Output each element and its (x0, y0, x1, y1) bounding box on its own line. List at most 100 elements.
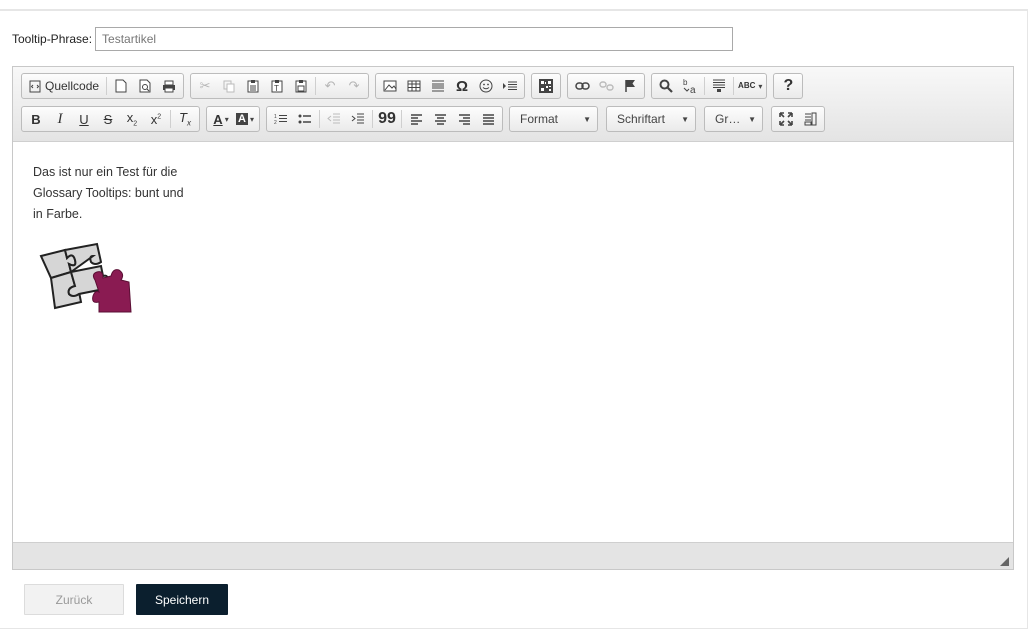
separator (401, 110, 402, 128)
separator (170, 110, 171, 128)
select-all-icon (713, 79, 726, 92)
select-all-button[interactable] (707, 75, 731, 97)
content-line: Das ist nur ein Test für die (33, 165, 178, 179)
resize-handle-icon[interactable] (1000, 557, 1009, 566)
superscript-button[interactable]: x2 (144, 108, 168, 130)
strikethrough-icon: S (103, 111, 113, 127)
show-blocks-button[interactable] (798, 108, 822, 130)
outdent-button[interactable] (322, 108, 346, 130)
format-dropdown[interactable]: Format ▼ (509, 106, 598, 132)
italic-button[interactable]: I (48, 108, 72, 130)
blockquote-button[interactable]: 99 (375, 108, 399, 130)
paste-icon (247, 80, 259, 93)
content-line: Glossary Tooltips: bunt und (33, 186, 184, 200)
redo-icon: ↷ (348, 78, 360, 93)
tooltip-phrase-input[interactable] (95, 27, 734, 51)
search-icon (659, 79, 673, 93)
align-justify-button[interactable] (476, 108, 500, 130)
editor-content[interactable]: Das ist nur ein Test für die Glossary To… (13, 142, 1013, 543)
help-button[interactable]: ? (776, 75, 800, 97)
separator (733, 77, 735, 95)
back-button[interactable]: Zurück (24, 584, 124, 615)
quote-icon: 99 (378, 110, 396, 127)
underline-button[interactable]: U (72, 108, 96, 130)
preview-icon (139, 79, 151, 93)
unlink-button[interactable] (594, 75, 618, 97)
text-color-icon: A (213, 111, 223, 127)
redo-button[interactable]: ↷ (342, 75, 366, 97)
table-icon (407, 80, 421, 92)
copy-button[interactable] (217, 75, 241, 97)
bulleted-list-icon (298, 114, 311, 124)
smiley-button[interactable] (474, 75, 498, 97)
print-button[interactable] (157, 75, 181, 97)
preview-button[interactable] (133, 75, 157, 97)
insert-group: Ω (375, 73, 526, 99)
tools-group (771, 106, 825, 132)
search-group: ba ABC ▾ (651, 73, 768, 99)
editor-toolbar: Quellcode ✂ T ↶ ↷ Ω b a ABC ▾ ? B I U S … (13, 67, 1013, 142)
cut-button[interactable]: ✂ (193, 75, 217, 97)
content-paragraph: Das ist nur ein Test für die Glossary To… (33, 162, 203, 225)
align-left-icon (410, 113, 422, 125)
bulleted-list-button[interactable] (293, 108, 317, 130)
align-left-button[interactable] (404, 108, 428, 130)
spellcheck-button[interactable]: ABC ▾ (736, 75, 764, 97)
table-button[interactable] (402, 75, 426, 97)
svg-text:b: b (683, 78, 688, 87)
align-right-icon (458, 113, 470, 125)
font-dropdown[interactable]: Schriftart ▼ (606, 106, 696, 132)
paste-word-button[interactable] (289, 75, 313, 97)
help-icon: ? (783, 77, 794, 94)
size-dropdown[interactable]: Gr… ▼ (704, 106, 763, 132)
maximize-button[interactable] (774, 108, 798, 130)
anchor-button[interactable] (618, 75, 642, 97)
replace-button[interactable]: ba (678, 75, 702, 97)
maximize-icon (779, 112, 793, 126)
unlink-icon (598, 81, 614, 91)
bold-button[interactable]: B (24, 108, 48, 130)
paste-button[interactable] (241, 75, 265, 97)
smiley-icon (479, 79, 493, 93)
tooltip-phrase-row: Tooltip-Phrase: (12, 26, 734, 52)
undo-button[interactable]: ↶ (318, 75, 342, 97)
indent-button[interactable] (346, 108, 370, 130)
show-blocks-icon (804, 112, 817, 126)
size-label: Gr… (715, 112, 741, 126)
bg-color-icon: A (236, 113, 248, 125)
image-button[interactable] (378, 75, 402, 97)
align-center-button[interactable] (428, 108, 452, 130)
save-button[interactable]: Speichern (136, 584, 228, 615)
print-icon (163, 80, 176, 92)
text-color-button[interactable]: A ▾ (209, 108, 233, 130)
source-button[interactable]: Quellcode (24, 75, 104, 97)
underline-icon: U (79, 111, 89, 127)
separator (319, 110, 320, 128)
horizontal-line-icon (432, 80, 445, 92)
link-button[interactable] (570, 75, 594, 97)
flag-icon (625, 80, 636, 92)
new-page-button[interactable] (109, 75, 133, 97)
special-char-button[interactable]: Ω (450, 75, 474, 97)
bg-color-button[interactable]: A ▾ (233, 108, 257, 130)
subscript-button[interactable]: x2 (120, 108, 144, 130)
tooltip-phrase-label: Tooltip-Phrase: (12, 32, 93, 46)
horizontal-line-button[interactable] (426, 75, 450, 97)
find-button[interactable] (654, 75, 678, 97)
numbered-list-button[interactable]: 12 (269, 108, 293, 130)
svg-text:a: a (690, 85, 696, 94)
paragraph-group: 12 99 (266, 106, 503, 132)
remove-format-button[interactable]: Tx (173, 108, 197, 130)
page-break-button[interactable] (498, 75, 522, 97)
chevron-down-icon: ▾ (249, 114, 254, 124)
qrcode-button[interactable] (534, 75, 558, 97)
align-right-button[interactable] (452, 108, 476, 130)
qrcode-group (531, 73, 562, 99)
paste-text-button[interactable]: T (265, 75, 289, 97)
source-icon (29, 80, 41, 92)
subscript-icon: x2 (126, 110, 138, 128)
strike-button[interactable]: S (96, 108, 120, 130)
source-label: Quellcode (45, 79, 100, 93)
rich-text-editor: Quellcode ✂ T ↶ ↷ Ω b a ABC ▾ ? B I U S … (12, 66, 1014, 570)
cut-icon: ✂ (199, 78, 211, 93)
